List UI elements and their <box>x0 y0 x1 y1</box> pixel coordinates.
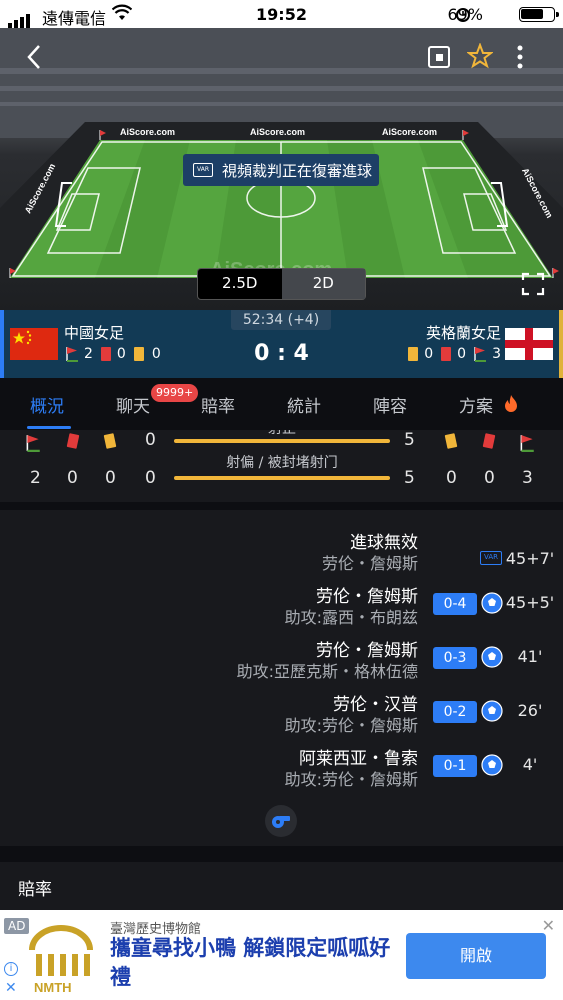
stat-home-shots-on: 0 <box>145 430 156 450</box>
ad-close-icon[interactable]: ✕ <box>542 916 555 935</box>
event-minute: 41' <box>517 647 543 666</box>
battery-percent: 69% <box>447 5 483 24</box>
favorite-star-icon[interactable] <box>467 43 493 69</box>
ad-banner[interactable]: AD NMTH 臺灣歷史博物館 攜童尋找小鴨 解鎖限定呱呱好禮 開啟 ✕ i ✕ <box>0 910 563 1000</box>
chat-count-badge: 9999+ <box>151 384 199 402</box>
ad-board-2: AiScore.com <box>250 127 305 137</box>
fire-icon <box>505 395 517 412</box>
view-mode-2d[interactable]: 2D <box>281 269 365 299</box>
event-minute: 26' <box>517 701 543 720</box>
tab-active-indicator <box>27 426 71 429</box>
soccer-ball-icon <box>481 646 503 668</box>
red-card-icon <box>66 433 80 449</box>
corner-flag-icon <box>474 347 487 362</box>
home-total-red: 0 <box>67 468 78 488</box>
stat-label-shots-off: 射偏 / 被封堵射门 <box>226 455 338 471</box>
ad-dismiss-icon[interactable]: ✕ <box>5 980 17 996</box>
whistle-icon <box>265 805 297 837</box>
match-animation-panel: AiScore.com AiScore.com AiScore.com AiSc… <box>0 28 563 310</box>
stat-bar-shots-off <box>174 476 390 480</box>
tab-stats[interactable]: 統計 <box>287 392 321 417</box>
soccer-ball-icon <box>481 700 503 722</box>
event-detail: 助攻:劳伦・詹姆斯 <box>284 716 418 735</box>
away-yellow-cards: 0 <box>424 346 434 362</box>
yellow-card-icon <box>408 347 419 361</box>
away-total-yellow: 0 <box>446 468 457 488</box>
var-review-text: 視頻裁判正在復審進球 <box>222 161 373 180</box>
goal-score-pill: 0-3 <box>433 647 477 669</box>
stat-bar-shots-on <box>174 439 390 443</box>
tab-bar: 概況 聊天 9999+ 賠率 統計 陣容 方案 <box>0 378 563 430</box>
corner-flag-icon <box>26 435 40 452</box>
goal-score-pill: 0-2 <box>433 701 477 723</box>
odds-section-title: 賠率 <box>18 880 52 900</box>
event-minute: 45+5' <box>505 593 555 612</box>
red-card-icon <box>482 433 496 449</box>
more-options-icon[interactable] <box>516 44 524 70</box>
tab-odds[interactable]: 賠率 <box>201 392 235 417</box>
event-detail: 助攻:亞歷克斯・格林伍德 <box>236 662 418 681</box>
event-detail: 助攻:劳伦・詹姆斯 <box>284 770 418 789</box>
var-icon: VAR <box>480 551 502 565</box>
battery-icon <box>519 7 559 22</box>
ad-headline: 攜童尋找小鴨 解鎖限定呱呱好禮 <box>110 936 391 989</box>
fullscreen-icon[interactable] <box>521 272 545 296</box>
match-stats-summary: 射正 0 5 射偏 / 被封堵射门 2 0 0 0 5 0 0 3 <box>0 430 563 502</box>
stat-home-shots-off: 0 <box>145 468 156 488</box>
picture-in-picture-icon[interactable] <box>428 46 450 68</box>
tab-overview[interactable]: 概況 <box>30 392 64 417</box>
away-team-name[interactable]: 英格蘭女足 <box>426 322 501 343</box>
var-review-banner: VAR 視頻裁判正在復審進球 <box>183 154 379 186</box>
tab-lineup[interactable]: 陣容 <box>373 392 407 417</box>
stat-away-shots-on: 5 <box>404 430 415 450</box>
var-icon: VAR <box>193 163 213 177</box>
score-bar: 52:34 (+4) 中國女足 2 0 0 0 : 4 英格蘭女足 0 0 3 <box>0 310 563 378</box>
ad-board-1: AiScore.com <box>120 127 175 137</box>
home-total-corners: 2 <box>30 468 41 488</box>
away-red-cards: 0 <box>457 346 467 362</box>
museum-logo: NMTH <box>29 925 93 994</box>
home-team-name[interactable]: 中國女足 <box>64 322 124 343</box>
soccer-ball-icon <box>481 592 503 614</box>
away-total-red: 0 <box>484 468 495 488</box>
stat-away-shots-off: 5 <box>404 468 415 488</box>
red-card-icon <box>441 347 452 361</box>
goal-score-pill: 0-4 <box>433 593 477 615</box>
home-total-yellow: 0 <box>105 468 116 488</box>
status-bar: 遠傳電信 19:52 69% <box>0 0 563 28</box>
away-team-counts: 0 0 3 <box>408 346 501 362</box>
away-total-corners: 3 <box>522 468 533 488</box>
tab-chat[interactable]: 聊天 <box>116 392 150 417</box>
event-minute: 4' <box>522 755 538 774</box>
svg-text:NMTH: NMTH <box>34 980 72 994</box>
yellow-card-icon <box>103 433 117 449</box>
ad-info-icon[interactable]: i <box>4 962 18 976</box>
soccer-ball-icon <box>481 754 503 776</box>
match-events-list: 進球無效 劳伦・詹姆斯 VAR 45+7' 劳伦・詹姆斯 助攻:露西・布朗兹 0… <box>0 510 563 846</box>
back-icon[interactable] <box>26 44 42 70</box>
yellow-card-icon <box>444 433 458 449</box>
ad-tag: AD <box>4 918 30 934</box>
corner-flag-icon <box>520 435 534 452</box>
goal-score-pill: 0-1 <box>433 755 477 777</box>
ad-board-3: AiScore.com <box>382 127 437 137</box>
event-minute: 45+7' <box>505 549 555 568</box>
view-mode-2-5d[interactable]: 2.5D <box>198 269 282 299</box>
away-corners: 3 <box>492 346 501 362</box>
view-mode-toggle: 2.5D 2D <box>197 268 366 300</box>
ad-open-button[interactable]: 開啟 <box>406 933 546 979</box>
odds-section-header[interactable]: 賠率 <box>0 862 563 910</box>
england-flag-icon <box>505 328 553 360</box>
tab-plans[interactable]: 方案 <box>459 392 493 417</box>
event-detail: 助攻:露西・布朗兹 <box>284 608 418 627</box>
stat-label-shots-on: 射正 <box>174 430 390 438</box>
match-clock: 52:34 (+4) <box>231 310 331 330</box>
event-detail: 劳伦・詹姆斯 <box>321 554 418 573</box>
